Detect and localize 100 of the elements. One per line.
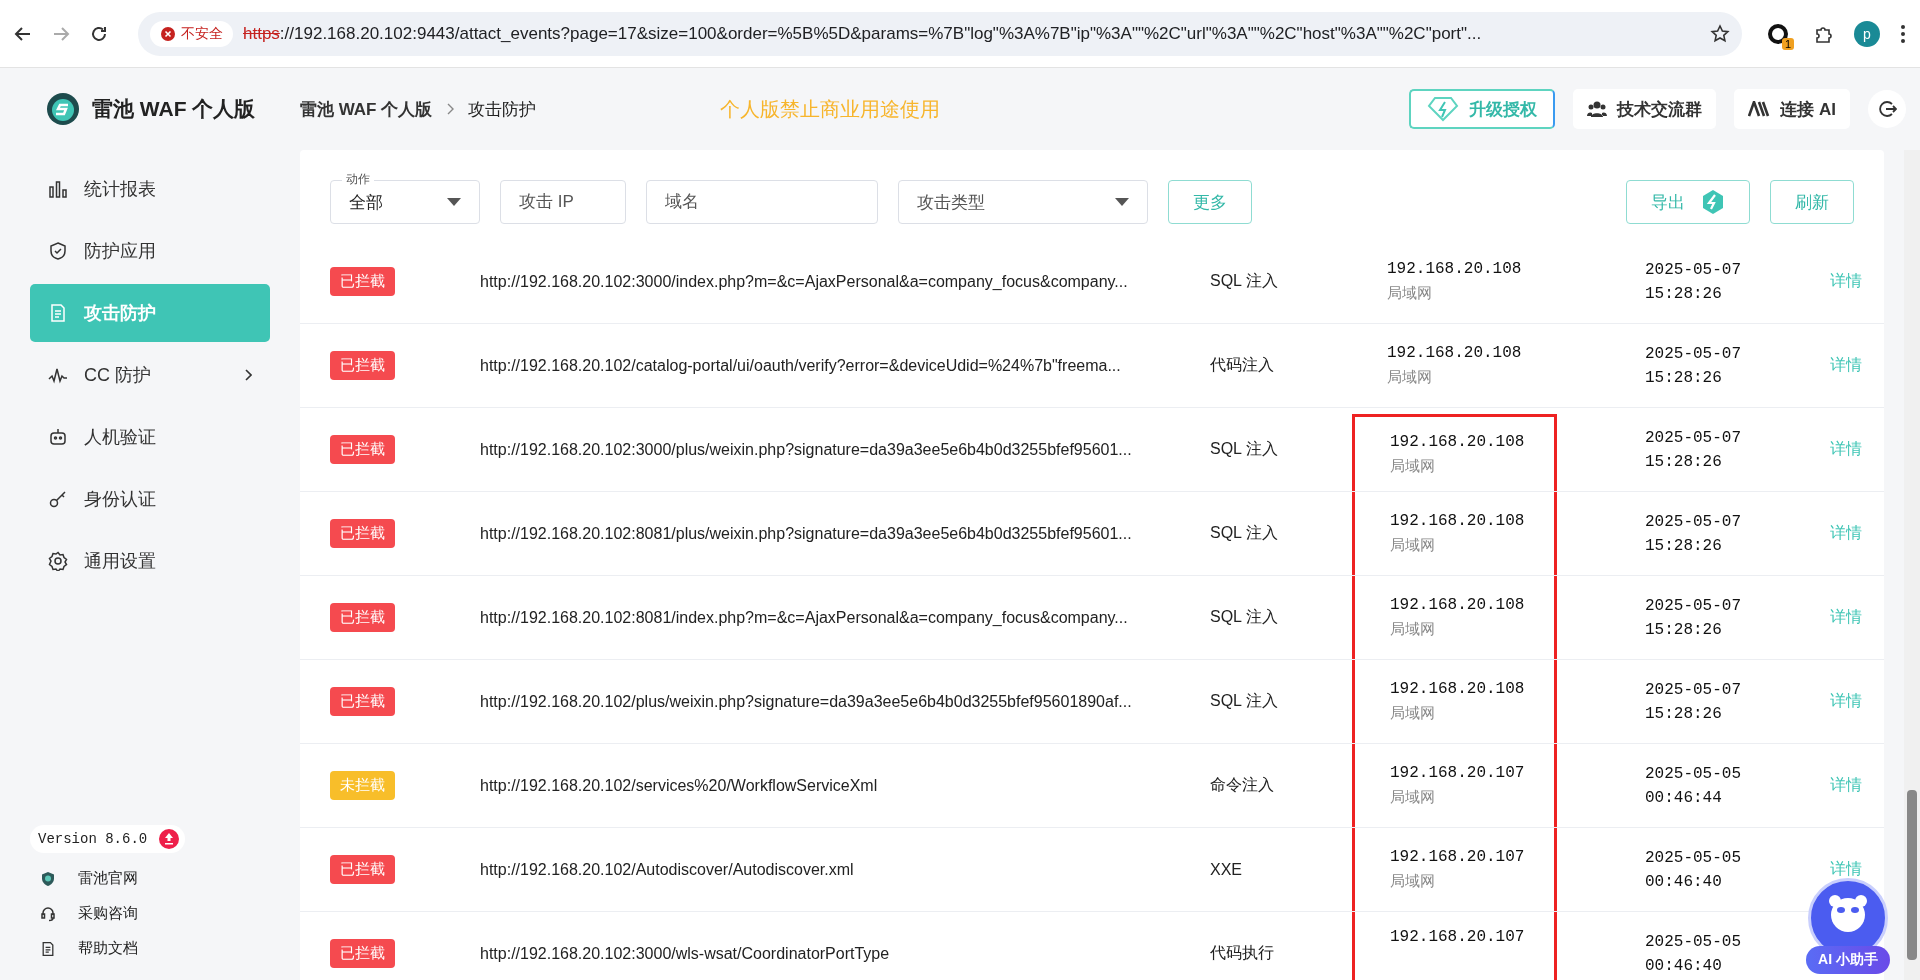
date-text: 2025-05-07 [1645,512,1741,531]
time-text: 15:28:26 [1645,452,1722,471]
scrollbar[interactable] [1904,150,1920,980]
date-text: 2025-05-07 [1645,680,1741,699]
attack-type-cell-text: SQL 注入 [1210,271,1279,291]
sidebar-item[interactable]: 防护应用 [30,222,270,280]
time-text: 00:46:44 [1645,788,1722,807]
network-label: 局域网 [1390,788,1435,807]
url-cell-text: http://192.168.20.102:3000/wls-wsat/CoordinatorPortType [480,944,891,963]
ip-address: 192.168.20.107 [1390,928,1525,946]
url-cell-text: http://192.168.20.102/Autodiscover/Autodiscover.xml [480,860,855,879]
ip-address: 192.168.20.108 [1390,512,1525,530]
time-text: 15:28:26 [1645,284,1722,303]
sidebar-link[interactable]: 帮助文档 [78,939,138,958]
group-icon [1587,100,1608,118]
url-cell-text: http://192.168.20.102:8081/plus/weixin.php?signature=da39a3ee5e6b4b0d3255bfef95601... [480,524,1133,543]
attack-type-cell-text: 代码注入 [1210,355,1275,375]
key-icon [48,489,68,509]
ip-address: 192.168.20.107 [1390,848,1525,866]
document-icon [40,940,56,957]
attack-type-cell-text: 代码执行 [1210,943,1275,963]
headset-icon [40,905,56,922]
time-text: 15:28:26 [1645,368,1722,387]
chevron-right-icon [446,103,455,115]
ip-address: 192.168.20.108 [1387,344,1522,362]
attack-type-cell-text: SQL 注入 [1210,439,1279,459]
version-label: Version 8.6.0 [38,831,148,847]
ip-input-field[interactable]: 攻击 IP [500,180,626,224]
url-cell-text: http://192.168.20.102/plus/weixin.php?signature=da39a3ee5e6b4b0d3255bfef95601890af... [480,692,1133,711]
domain-input-field[interactable]: 域名 [646,180,878,224]
document-icon [48,303,68,323]
attack-type-cell-text: SQL 注入 [1210,691,1279,711]
panda-icon [1826,893,1870,933]
status-tag: 已拦截 [330,855,395,884]
network-label: 局域网 [1387,284,1432,303]
date-text: 2025-05-07 [1645,344,1741,363]
status-tag: 已拦截 [330,351,395,380]
time-text: 15:28:26 [1645,704,1722,723]
community-button[interactable]: 技术交流群 [1573,89,1717,129]
sidebar-item[interactable]: 身份认证 [30,470,270,528]
reload-icon[interactable] [90,24,108,43]
time-text: 00:46:40 [1645,956,1722,975]
date-text: 2025-05-07 [1645,596,1741,615]
ip-address: 192.168.20.108 [1390,680,1525,698]
url-cell-text: http://192.168.20.102/services%20/WorkflowServiceXml [480,776,879,795]
date-text: 2025-05-07 [1645,428,1741,447]
robot-icon [48,427,68,447]
attack-type-select[interactable]: 攻击类型 [898,180,1148,224]
caret-down-icon [1115,198,1129,206]
logout-icon [1877,99,1897,119]
date-text: 2025-05-05 [1645,764,1741,783]
settings-icon [48,551,68,571]
sidebar-item[interactable]: 人机验证 [30,408,270,466]
warning-icon [160,25,176,42]
back-icon[interactable] [14,24,32,43]
profile-avatar[interactable]: p [1854,20,1880,47]
sidebar-item[interactable]: CC 防护 [30,346,270,404]
attack-type-cell-text: XXE [1210,860,1243,879]
sidebar-item[interactable]: 通用设置 [30,532,270,590]
diamond-bolt-icon [1427,96,1460,122]
status-tag: 未拦截 [330,771,395,800]
breadcrumb-item: 攻击防护 [468,98,537,121]
time-text: 00:46:40 [1645,872,1722,891]
usage-notice: 个人版禁止商业用途使用 [720,96,941,122]
date-text: 2025-05-05 [1645,848,1741,867]
more-icon[interactable] [1900,23,1906,44]
ip-address: 192.168.20.108 [1387,260,1522,278]
attack-type-cell-text: 命令注入 [1210,775,1275,795]
bar-chart-icon [48,179,68,199]
url-cell-text: http://192.168.20.102:3000/index.php?m=&c=AjaxPersonal&a=company_focus&company... [480,272,1129,291]
status-tag: 已拦截 [330,603,395,632]
ip-address: 192.168.20.107 [1390,764,1525,782]
time-text: 15:28:26 [1645,620,1722,639]
address-bar[interactable]: 不安全 https://192.168.20.102:9443/attact_events?page=17&size=100&order=%5B%5D&params=%7B"log"%3A%7B"ip"%3A""%2C"url"%3A""%2C"host"%3A""%2C"port"... [138,11,1742,56]
url-cell-text: http://192.168.20.102:8081/index.php?m=&c=AjaxPersonal&a=company_focus&company... [480,608,1129,627]
connect-ai-button[interactable]: 连接 AI [1734,89,1850,129]
network-label: 局域网 [1390,620,1435,639]
sidebar-link[interactable]: 雷池官网 [78,869,138,888]
date-text: 2025-05-07 [1645,260,1741,279]
logo-icon [46,92,80,126]
network-label: 局域网 [1390,456,1435,476]
security-warning[interactable]: 不安全 [150,20,233,47]
ip-address: 192.168.20.108 [1390,432,1525,451]
date-text: 2025-05-05 [1645,932,1741,951]
time-text: 15:28:26 [1645,536,1722,555]
caret-down-icon [447,198,461,206]
sidebar-link[interactable]: 采购咨询 [78,904,138,923]
hexagon-bolt-icon [1701,189,1725,215]
sidebar-item[interactable]: 统计报表 [30,160,270,218]
star-icon[interactable] [1710,23,1730,44]
status-tag: 已拦截 [330,939,395,968]
url-text: https://192.168.20.102:9443/attact_events?page=17&size=100&order=%5B%5D&params=%7B"log"%3A%7B"ip"%3A""%2C"url"%3A""%2C"host"%3A""%2C"port"... [243,23,1483,44]
status-tag: 已拦截 [330,687,395,716]
status-tag: 已拦截 [330,267,395,296]
attack-type-cell-text: SQL 注入 [1210,607,1279,627]
breadcrumb-item[interactable]: 雷池 WAF 个人版 [300,97,433,121]
app-title: 雷池 WAF 个人版 [92,96,256,122]
logout-button[interactable] [1868,90,1906,128]
network-label: 局域网 [1390,704,1435,723]
network-label: 局域网 [1390,872,1435,891]
